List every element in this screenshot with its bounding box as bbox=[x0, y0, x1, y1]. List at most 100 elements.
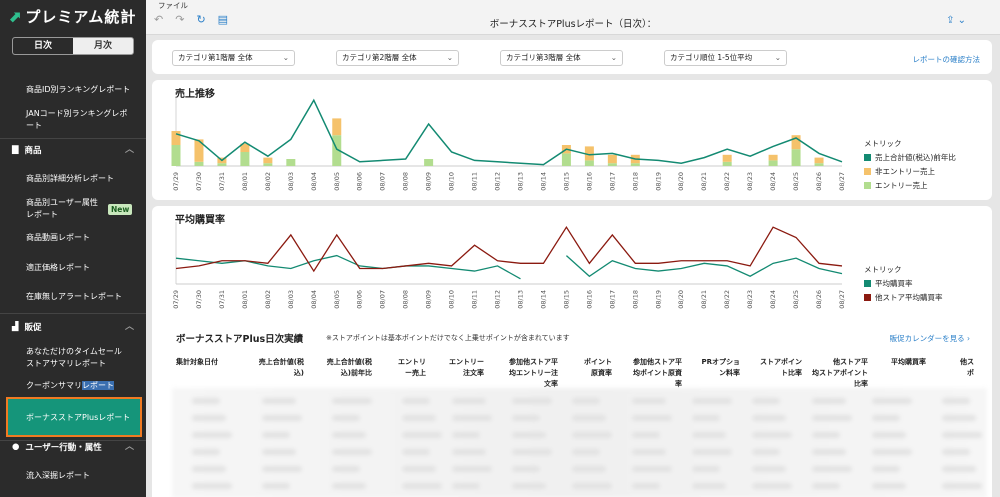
bar-non-entry-sales[interactable] bbox=[332, 118, 342, 136]
day-toggle-button[interactable]: 日次 bbox=[13, 38, 73, 54]
x-tick-label: 07/31 bbox=[218, 172, 226, 191]
column-header[interactable]: エントリ ー売上 bbox=[378, 357, 426, 379]
line-other-store-avg-rate[interactable] bbox=[175, 225, 843, 273]
share-icon[interactable]: ⇪ ⌄ bbox=[946, 15, 966, 26]
bar-entry-sales[interactable] bbox=[722, 161, 732, 166]
promo-calendar-link[interactable]: 販促カレンダーを見る › bbox=[890, 333, 970, 344]
bar-entry-sales[interactable] bbox=[561, 153, 571, 166]
bar-entry-sales[interactable] bbox=[263, 163, 273, 166]
line-avg-purchase-rate[interactable] bbox=[565, 255, 843, 278]
legend-swatch bbox=[864, 280, 871, 287]
bar-entry-sales[interactable] bbox=[768, 160, 778, 166]
bar-non-entry-sales[interactable] bbox=[263, 157, 273, 164]
sidebar-item-fair-price[interactable]: 適正価格レポート bbox=[0, 262, 146, 274]
bar-non-entry-sales[interactable] bbox=[607, 154, 617, 164]
column-header[interactable]: 他ストア平 均ストアポイント 比率 bbox=[804, 357, 868, 390]
column-header[interactable]: 売上合計値(税 込) bbox=[242, 357, 304, 379]
line-sales-yoy[interactable] bbox=[175, 98, 843, 166]
bar-non-entry-sales[interactable] bbox=[814, 157, 824, 164]
sidebar-section-user[interactable]: ● ユーザー行動・属性 ︿ bbox=[0, 436, 146, 458]
blurred-cell bbox=[572, 432, 612, 438]
sidebar: ⬈ プレミアム統計 日次 月次 商品ID別ランキングレポート JANコード別ラン… bbox=[0, 0, 146, 497]
x-tick-label: 08/18 bbox=[631, 290, 639, 309]
chart-icon: ▟ bbox=[12, 322, 19, 332]
bar-entry-sales[interactable] bbox=[194, 161, 204, 166]
blurred-cell bbox=[452, 449, 486, 455]
x-tick-label: 08/05 bbox=[333, 290, 341, 309]
blurred-cell bbox=[332, 398, 372, 404]
sidebar-item-inflow-deep-dive[interactable]: 流入深掘レポート bbox=[0, 470, 146, 482]
blurred-cell bbox=[572, 415, 606, 421]
bar-entry-sales[interactable] bbox=[584, 160, 594, 166]
category-level1-dropdown[interactable]: カテゴリ第1階層 全体 ⌄ bbox=[172, 50, 295, 66]
x-tick-label: 08/06 bbox=[356, 290, 364, 309]
sidebar-item-product-detail[interactable]: 商品別詳細分析レポート bbox=[0, 173, 146, 185]
column-header[interactable]: 参加他ストア平 均ポイント原資 率 bbox=[618, 357, 682, 390]
x-tick-label: 08/21 bbox=[700, 290, 708, 309]
app-logo[interactable]: ⬈ プレミアム統計 bbox=[0, 0, 146, 32]
x-tick-label: 08/23 bbox=[746, 290, 754, 309]
x-tick-label: 08/19 bbox=[654, 172, 662, 191]
sidebar-section-promo[interactable]: ▟ 販促 ︿ bbox=[0, 316, 146, 338]
legend-item[interactable]: 平均購買率 bbox=[864, 278, 943, 289]
bar-entry-sales[interactable] bbox=[171, 145, 181, 166]
sidebar-item-timesale-summary[interactable]: あなただけのタイムセールストアサマリレポート bbox=[0, 346, 140, 370]
file-menu[interactable]: ファイル bbox=[158, 0, 188, 11]
bar-entry-sales[interactable] bbox=[286, 159, 296, 166]
blurred-table-body bbox=[172, 388, 987, 497]
blurred-cell bbox=[332, 449, 372, 455]
x-tick-label: 08/09 bbox=[425, 172, 433, 191]
bar-non-entry-sales[interactable] bbox=[768, 154, 778, 161]
category-rank-dropdown[interactable]: カテゴリ順位 1-5位平均 ⌄ bbox=[664, 50, 787, 66]
chevron-up-icon: ︿ bbox=[124, 442, 134, 452]
bar-entry-sales[interactable] bbox=[240, 152, 250, 166]
blurred-cell bbox=[572, 483, 612, 489]
column-header[interactable]: ポイント 原資率 bbox=[560, 357, 612, 379]
sidebar-item-stockout-alert[interactable]: 在庫無しアラートレポート bbox=[0, 291, 146, 303]
sidebar-item-product-id-ranking[interactable]: 商品ID別ランキングレポート bbox=[0, 84, 146, 96]
bar-entry-sales[interactable] bbox=[791, 149, 801, 166]
legend-item[interactable]: 売上合計値(税込)前年比 bbox=[864, 152, 956, 163]
report-guide-link[interactable]: レポートの確認方法 bbox=[913, 54, 981, 65]
bar-non-entry-sales[interactable] bbox=[722, 154, 732, 162]
column-header[interactable]: 売上合計値(税 込)前年比 bbox=[310, 357, 372, 379]
category-level2-dropdown[interactable]: カテゴリ第2階層 全体 ⌄ bbox=[336, 50, 459, 66]
legend-item[interactable]: 非エントリー売上 bbox=[864, 166, 956, 177]
blurred-cell bbox=[872, 432, 906, 438]
sidebar-section-label: 商品 bbox=[24, 146, 42, 156]
month-toggle-button[interactable]: 月次 bbox=[73, 38, 133, 54]
bar-non-entry-sales[interactable] bbox=[171, 131, 181, 145]
column-header[interactable]: エントリー 注文率 bbox=[432, 357, 484, 379]
column-header[interactable]: 参加他ストア平 均エントリー注 文率 bbox=[488, 357, 558, 390]
line-avg-purchase-rate[interactable] bbox=[175, 254, 521, 280]
sidebar-item-bonus-store-plus[interactable]: ボーナスストアPlusレポート bbox=[6, 397, 142, 437]
legend-label: 非エントリー売上 bbox=[875, 167, 935, 176]
column-header[interactable]: 集計対象日付 bbox=[176, 357, 246, 368]
bar-entry-sales[interactable] bbox=[607, 163, 617, 166]
sidebar-section-product[interactable]: ▇ 商品 ︿ bbox=[0, 139, 146, 161]
column-header[interactable]: 平均購買率 bbox=[866, 357, 926, 368]
bar-entry-sales[interactable] bbox=[217, 163, 227, 166]
blurred-cell bbox=[632, 466, 672, 472]
column-header[interactable]: ストアポイン ト比率 bbox=[742, 357, 802, 379]
column-header[interactable]: PRオプショ ン料率 bbox=[684, 357, 740, 379]
x-tick-label: 08/15 bbox=[562, 290, 570, 309]
sidebar-item-coupon-summary[interactable]: クーポンサマリレポート bbox=[0, 380, 146, 392]
blurred-cell bbox=[872, 466, 900, 472]
sidebar-item-jan-ranking[interactable]: JANコード別ランキングレポート bbox=[0, 108, 140, 132]
bar-entry-sales[interactable] bbox=[814, 163, 824, 166]
bar-entry-sales[interactable] bbox=[630, 163, 640, 166]
bar-entry-sales[interactable] bbox=[424, 159, 434, 166]
column-header[interactable]: 他ス ポ bbox=[934, 357, 974, 379]
selected-text: レポート bbox=[82, 381, 114, 390]
x-tick-label: 07/31 bbox=[218, 290, 226, 309]
logo-icon: ⬈ bbox=[8, 6, 22, 26]
legend-item[interactable]: 他ストア平均購買率 bbox=[864, 292, 943, 303]
sidebar-item-product-user-attr[interactable]: 商品別ユーザー属性レポート bbox=[0, 197, 112, 221]
legend-item[interactable]: エントリー売上 bbox=[864, 180, 956, 191]
blurred-cell bbox=[402, 415, 436, 421]
legend-label: エントリー売上 bbox=[875, 181, 928, 190]
blurred-cell bbox=[512, 466, 540, 472]
sidebar-item-product-video[interactable]: 商品動画レポート bbox=[0, 232, 146, 244]
category-level3-dropdown[interactable]: カテゴリ第3階層 全体 ⌄ bbox=[500, 50, 623, 66]
